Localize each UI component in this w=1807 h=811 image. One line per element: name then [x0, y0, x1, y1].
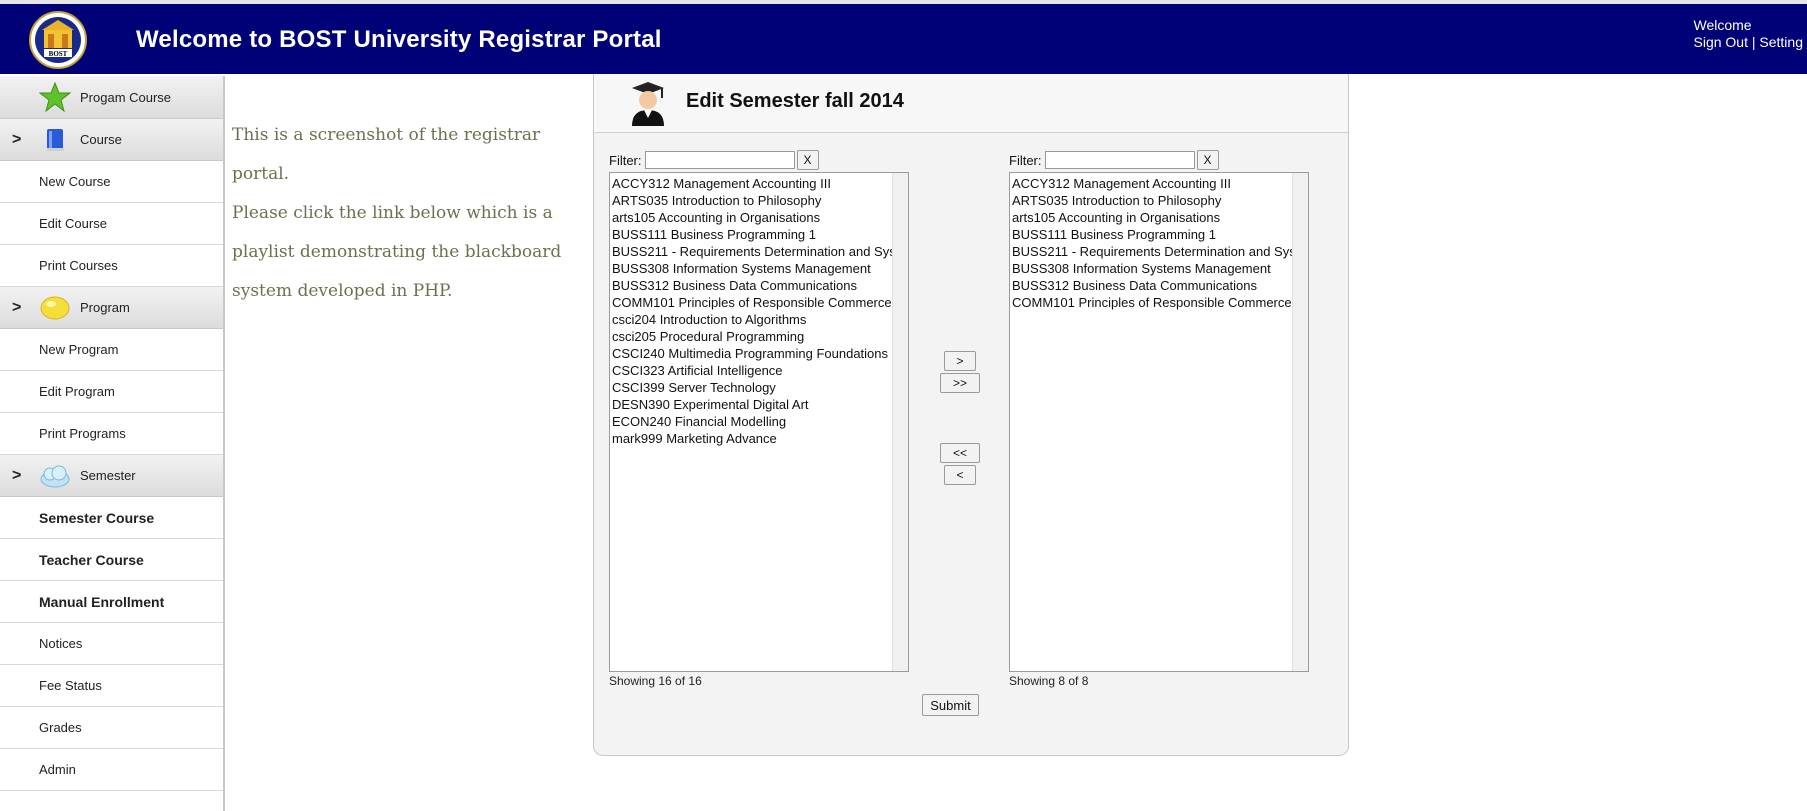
list-item[interactable]: BUSS312 Business Data Communications [612, 277, 892, 294]
sidebar-item-new-program[interactable]: New Program [0, 329, 223, 371]
right-filter-clear-button[interactable]: X [1196, 150, 1219, 170]
list-items: ACCY312 Management Accounting III ARTS035… [612, 175, 892, 447]
list-item[interactable]: csci204 Introduction to Algorithms [612, 311, 892, 328]
right-count-text: Showing 8 of 8 [1009, 674, 1089, 688]
sidebar-group-program[interactable]: > Program [0, 287, 223, 329]
cloud-icon [38, 461, 72, 491]
sidebar-item-manual-enrollment[interactable]: Manual Enrollment [0, 581, 223, 623]
list-item[interactable]: ECON240 Financial Modelling [612, 413, 892, 430]
list-item[interactable]: ARTS035 Introduction to Philosophy [612, 192, 892, 209]
chevron-right-icon: > [12, 298, 22, 316]
list-item[interactable]: ACCY312 Management Accounting III [1012, 175, 1292, 192]
intro-line: system developed in PHP. [232, 281, 453, 301]
list-item[interactable]: DESN390 Experimental Digital Art [612, 396, 892, 413]
left-filter-row: Filter: X [609, 150, 819, 170]
list-item[interactable]: arts105 Accounting in Organisations [1012, 209, 1292, 226]
selected-courses-list[interactable]: ACCY312 Management Accounting III ARTS035… [1009, 172, 1309, 672]
move-one-left-button[interactable]: < [944, 465, 976, 485]
site-title: Welcome to BOST University Registrar Por… [136, 26, 662, 53]
sidebar-group-course[interactable]: > Course [0, 119, 223, 161]
sidebar-item-edit-program[interactable]: Edit Program [0, 371, 223, 413]
sidebar-group-semester[interactable]: > Semester [0, 455, 223, 497]
setting-link[interactable]: Setting [1759, 34, 1803, 50]
left-count-text: Showing 16 of 16 [609, 674, 702, 688]
left-filter-input[interactable] [644, 151, 795, 169]
list-item[interactable]: COMM101 Principles of Responsible Commer… [612, 294, 892, 311]
list-item[interactable]: BUSS111 Business Programming 1 [1012, 226, 1292, 243]
list-item[interactable]: csci205 Procedural Programming [612, 328, 892, 345]
university-logo: BOST [16, 10, 100, 70]
sidebar-group-label: Course [80, 132, 122, 147]
available-courses-list[interactable]: ACCY312 Management Accounting III ARTS035… [609, 172, 909, 672]
left-filter-clear-button[interactable]: X [796, 150, 819, 170]
svg-text:BOST: BOST [49, 50, 68, 58]
list-items: ACCY312 Management Accounting III ARTS035… [1012, 175, 1292, 311]
sidebar-item-fee-status[interactable]: Fee Status [0, 665, 223, 707]
filter-label: Filter: [609, 152, 642, 168]
list-item[interactable]: BUSS111 Business Programming 1 [612, 226, 892, 243]
edit-semester-panel: Edit Semester fall 2014 Filter: X ACCY31… [593, 74, 1349, 756]
scrollbar[interactable] [1292, 173, 1308, 671]
panel-header: Edit Semester fall 2014 [594, 74, 1348, 133]
star-icon [38, 82, 72, 112]
sidebar-item-admin[interactable]: Admin [0, 749, 223, 791]
list-item[interactable]: ARTS035 Introduction to Philosophy [1012, 192, 1292, 209]
list-item[interactable]: BUSS308 Information Systems Management [612, 260, 892, 277]
list-item[interactable]: BUSS211 - Requirements Determination and… [1012, 243, 1292, 260]
move-all-right-button[interactable]: >> [940, 373, 980, 393]
chevron-right-icon: > [12, 466, 22, 484]
list-item[interactable]: BUSS312 Business Data Communications [1012, 277, 1292, 294]
separator: | [1751, 34, 1756, 50]
right-filter-input[interactable] [1044, 151, 1195, 169]
sidebar-item-edit-course[interactable]: Edit Course [0, 203, 223, 245]
list-item[interactable]: arts105 Accounting in Organisations [612, 209, 892, 226]
scrollbar[interactable] [892, 173, 908, 671]
intro-text: This is a screenshot of the registrar po… [232, 116, 572, 311]
sidebar-item-semester-course[interactable]: Semester Course [0, 497, 223, 539]
book-icon [38, 125, 72, 155]
chevron-right-icon: > [12, 130, 22, 148]
sidebar-item-program-course[interactable]: Progam Course [0, 76, 223, 119]
sidebar-group-label: Program [80, 300, 130, 315]
list-item[interactable]: mark999 Marketing Advance [612, 430, 892, 447]
list-item[interactable]: BUSS308 Information Systems Management [1012, 260, 1292, 277]
sidebar-item-print-courses[interactable]: Print Courses [0, 245, 223, 287]
yellow-orb-icon [38, 293, 72, 323]
intro-line: This is a screenshot of the registrar po… [232, 125, 541, 184]
list-item[interactable]: CSCI399 Server Technology [612, 379, 892, 396]
move-one-right-button[interactable]: > [944, 351, 976, 371]
filter-label: Filter: [1009, 152, 1042, 168]
submit-button[interactable]: Submit [922, 694, 979, 716]
intro-line: Please click the link below which is a [232, 203, 553, 223]
sidebar-item-label: Progam Course [80, 89, 172, 105]
sidebar-item-print-programs[interactable]: Print Programs [0, 413, 223, 455]
sidebar-item-grades[interactable]: Grades [0, 707, 223, 749]
list-item[interactable]: CSCI323 Artificial Intelligence [612, 362, 892, 379]
sidebar-item-new-course[interactable]: New Course [0, 161, 223, 203]
user-area: Welcome Sign Out | Setting [1694, 17, 1804, 51]
sidebar-item-teacher-course[interactable]: Teacher Course [0, 539, 223, 581]
sidebar-item-notices[interactable]: Notices [0, 623, 223, 665]
sidebar-group-label: Semester [80, 468, 136, 483]
header-bar: BOST Welcome to BOST University Registra… [0, 4, 1807, 74]
sidebar: Progam Course > Course New Course Edit C… [0, 76, 225, 811]
list-item[interactable]: COMM101 Principles of Responsible Commer… [1012, 294, 1292, 311]
sign-out-link[interactable]: Sign Out [1694, 34, 1748, 50]
welcome-text: Welcome [1693, 17, 1752, 33]
right-filter-row: Filter: X [1009, 150, 1219, 170]
list-item[interactable]: BUSS211 - Requirements Determination and… [612, 243, 892, 260]
list-item[interactable]: CSCI240 Multimedia Programming Foundatio… [612, 345, 892, 362]
list-item[interactable]: ACCY312 Management Accounting III [612, 175, 892, 192]
move-all-left-button[interactable]: << [940, 443, 980, 463]
intro-line: playlist demonstrating the blackboard [232, 242, 562, 262]
graduate-icon [628, 80, 668, 126]
panel-title: Edit Semester fall 2014 [686, 90, 904, 112]
